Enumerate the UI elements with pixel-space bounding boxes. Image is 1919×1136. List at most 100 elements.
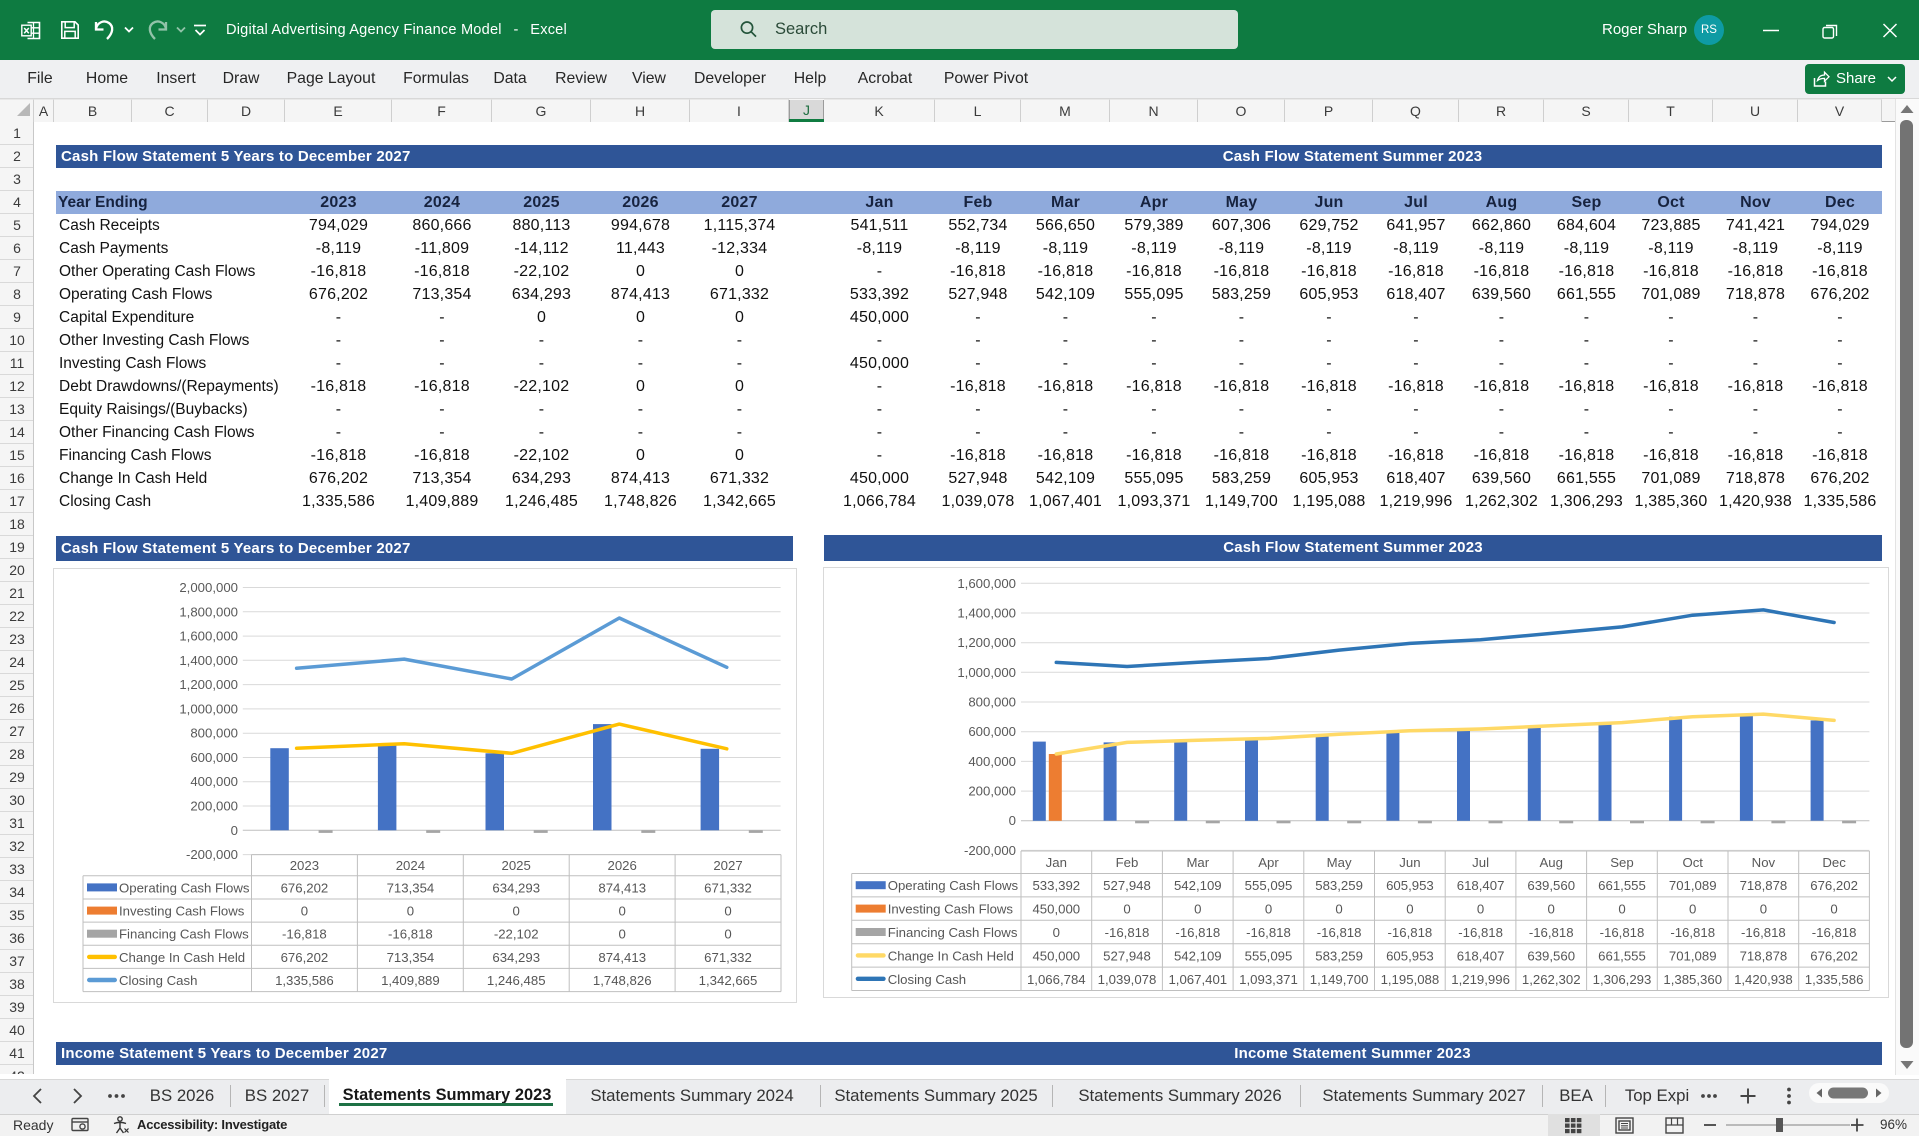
svg-text:0: 0 [1618,902,1625,917]
svg-text:-16,818: -16,818 [1600,925,1645,940]
svg-text:-16,818: -16,818 [1670,925,1715,940]
svg-text:676,202: 676,202 [281,880,329,895]
svg-text:-16,818: -16,818 [1317,925,1362,940]
svg-text:527,948: 527,948 [1103,878,1151,893]
svg-text:-16,818: -16,818 [1812,925,1857,940]
svg-text:1,093,371: 1,093,371 [1239,972,1298,987]
svg-text:701,089: 701,089 [1669,948,1717,963]
svg-text:1,748,826: 1,748,826 [593,973,652,988]
svg-text:0: 0 [724,927,731,942]
svg-text:874,413: 874,413 [598,880,646,895]
svg-text:533,392: 533,392 [1032,878,1080,893]
svg-text:0: 0 [1194,902,1201,917]
svg-text:1,420,938: 1,420,938 [1734,972,1793,987]
svg-text:1,000,000: 1,000,000 [957,665,1016,680]
svg-text:676,202: 676,202 [1810,948,1858,963]
svg-text:1,600,000: 1,600,000 [957,576,1016,591]
svg-text:1,246,485: 1,246,485 [487,973,546,988]
svg-text:0: 0 [619,927,626,942]
svg-text:639,560: 639,560 [1527,878,1575,893]
svg-text:1,262,302: 1,262,302 [1522,972,1581,987]
svg-text:800,000: 800,000 [968,695,1016,710]
svg-text:713,354: 713,354 [387,880,435,895]
svg-text:Operating Cash Flows: Operating Cash Flows [888,878,1019,893]
svg-text:Sep: Sep [1610,855,1633,870]
svg-text:Jun: Jun [1399,855,1420,870]
svg-text:May: May [1327,855,1352,870]
svg-text:-16,818: -16,818 [1175,925,1220,940]
svg-text:1,067,401: 1,067,401 [1168,972,1227,987]
svg-text:400,000: 400,000 [190,774,238,789]
svg-text:0: 0 [1548,902,1555,917]
svg-text:0: 0 [1265,902,1272,917]
svg-text:0: 0 [1123,902,1130,917]
svg-text:0: 0 [1335,902,1342,917]
svg-text:Feb: Feb [1116,855,1139,870]
svg-text:1,342,665: 1,342,665 [699,973,758,988]
svg-text:1,335,586: 1,335,586 [275,973,334,988]
svg-text:-16,818: -16,818 [1388,925,1433,940]
svg-text:1,000,000: 1,000,000 [179,701,238,716]
svg-text:450,000: 450,000 [1032,902,1080,917]
svg-text:634,293: 634,293 [492,950,540,965]
svg-text:2027: 2027 [713,858,742,873]
svg-text:618,407: 618,407 [1457,948,1505,963]
svg-text:200,000: 200,000 [190,799,238,814]
svg-text:Closing Cash: Closing Cash [888,972,966,987]
svg-text:-200,000: -200,000 [186,847,238,862]
svg-text:800,000: 800,000 [190,726,238,741]
svg-text:0: 0 [724,904,731,919]
svg-text:1,195,088: 1,195,088 [1381,972,1440,987]
svg-text:Operating Cash Flows: Operating Cash Flows [119,880,250,895]
svg-text:-200,000: -200,000 [964,843,1016,858]
svg-text:Investing Cash Flows: Investing Cash Flows [888,902,1014,917]
svg-text:1,400,000: 1,400,000 [957,606,1016,621]
svg-text:Nov: Nov [1752,855,1776,870]
svg-text:2024: 2024 [396,858,425,873]
svg-text:1,335,586: 1,335,586 [1805,972,1864,987]
svg-text:Closing Cash: Closing Cash [119,973,197,988]
svg-text:1,385,360: 1,385,360 [1663,972,1722,987]
svg-text:605,953: 605,953 [1386,948,1434,963]
svg-text:2023: 2023 [290,858,319,873]
svg-text:0: 0 [1009,813,1016,828]
svg-text:450,000: 450,000 [1032,948,1080,963]
svg-text:200,000: 200,000 [968,784,1016,799]
svg-text:713,354: 713,354 [387,950,435,965]
svg-text:618,407: 618,407 [1457,878,1505,893]
svg-text:671,332: 671,332 [704,880,752,895]
svg-text:Dec: Dec [1822,855,1846,870]
svg-text:2026: 2026 [608,858,637,873]
svg-text:634,293: 634,293 [492,880,540,895]
svg-text:639,560: 639,560 [1527,948,1575,963]
svg-text:874,413: 874,413 [598,950,646,965]
svg-text:555,095: 555,095 [1245,878,1293,893]
svg-text:0: 0 [301,904,308,919]
svg-text:1,149,700: 1,149,700 [1310,972,1369,987]
svg-text:0: 0 [1760,902,1767,917]
svg-text:0: 0 [1053,925,1060,940]
svg-text:-22,102: -22,102 [494,927,539,942]
svg-text:555,095: 555,095 [1245,948,1293,963]
svg-text:600,000: 600,000 [190,750,238,765]
svg-text:1,800,000: 1,800,000 [179,604,238,619]
svg-text:Aug: Aug [1539,855,1562,870]
svg-text:Jul: Jul [1472,855,1489,870]
svg-text:0: 0 [1830,902,1837,917]
svg-text:676,202: 676,202 [281,950,329,965]
svg-text:1,400,000: 1,400,000 [179,653,238,668]
svg-text:1,306,293: 1,306,293 [1593,972,1652,987]
svg-text:0: 0 [407,904,414,919]
svg-text:605,953: 605,953 [1386,878,1434,893]
svg-text:1,409,889: 1,409,889 [381,973,440,988]
svg-text:0: 0 [619,904,626,919]
svg-text:Apr: Apr [1258,855,1279,870]
svg-text:Investing Cash Flows: Investing Cash Flows [119,904,245,919]
svg-text:1,066,784: 1,066,784 [1027,972,1086,987]
svg-text:2025: 2025 [502,858,531,873]
svg-text:0: 0 [1406,902,1413,917]
svg-text:2,000,000: 2,000,000 [179,580,238,595]
svg-text:1,039,078: 1,039,078 [1098,972,1157,987]
svg-text:661,555: 661,555 [1598,878,1646,893]
svg-text:1,200,000: 1,200,000 [179,677,238,692]
